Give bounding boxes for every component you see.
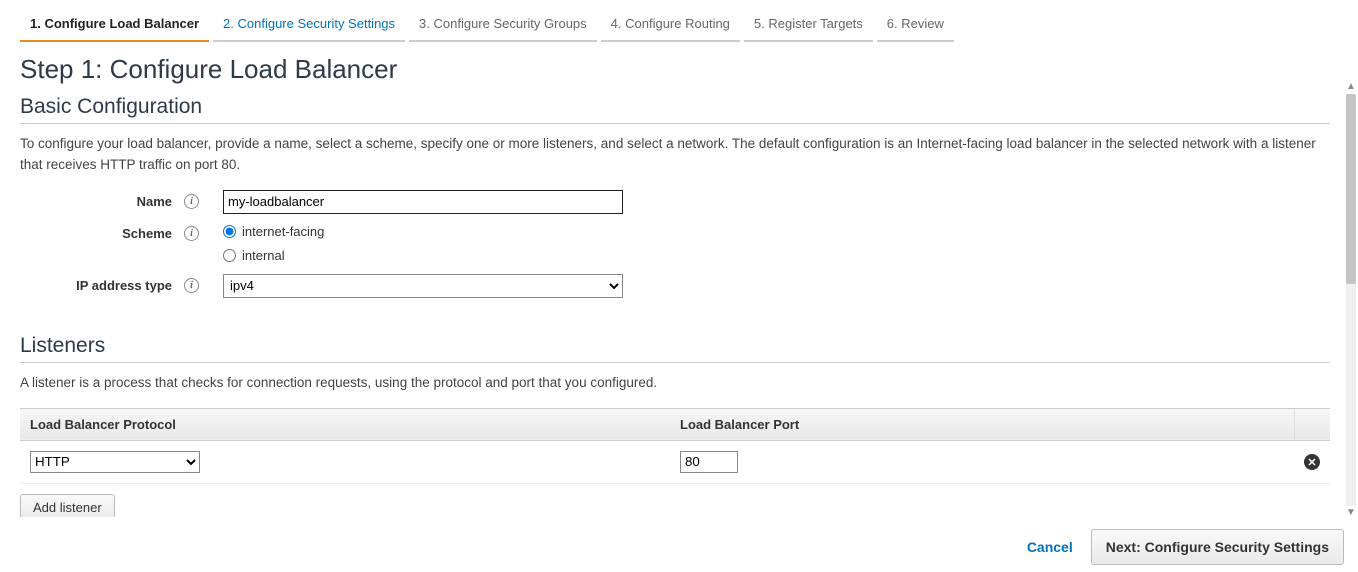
scheme-opt-internal: internal: [242, 248, 285, 263]
tab-review[interactable]: 6. Review: [877, 10, 954, 42]
scheme-opt-internet: internet-facing: [242, 224, 324, 239]
cancel-button[interactable]: Cancel: [1025, 533, 1075, 561]
scheme-label: Scheme: [20, 222, 180, 241]
info-icon[interactable]: i: [184, 194, 199, 209]
tab-security-groups[interactable]: 3. Configure Security Groups: [409, 10, 597, 42]
tab-label: 3. Configure Security Groups: [419, 16, 587, 31]
tab-configure-lb[interactable]: 1. Configure Load Balancer: [20, 10, 209, 42]
col-protocol: Load Balancer Protocol: [20, 408, 670, 440]
divider: [20, 123, 1330, 124]
tab-label: 5. Register Targets: [754, 16, 863, 31]
info-icon[interactable]: i: [184, 226, 199, 241]
wizard-tabs: 1. Configure Load Balancer 2. Configure …: [0, 0, 1358, 42]
tab-register-targets[interactable]: 5. Register Targets: [744, 10, 873, 42]
divider: [20, 362, 1330, 363]
listener-row: HTTP ✕: [20, 440, 1330, 483]
tab-label: 6. Review: [887, 16, 944, 31]
content-area: Step 1: Configure Load Balancer Basic Co…: [20, 44, 1358, 517]
ip-type-label: IP address type: [20, 274, 180, 293]
tab-label: 1. Configure Load Balancer: [30, 16, 199, 31]
name-label: Name: [20, 190, 180, 209]
scheme-radio-internal[interactable]: [223, 249, 236, 262]
tab-security-settings[interactable]: 2. Configure Security Settings: [213, 10, 405, 42]
ip-type-select[interactable]: ipv4: [223, 274, 623, 298]
name-input[interactable]: [223, 190, 623, 214]
add-listener-button[interactable]: Add listener: [20, 494, 115, 517]
footer: Cancel Next: Configure Security Settings: [0, 522, 1358, 572]
listeners-heading: Listeners: [20, 334, 1354, 358]
next-button[interactable]: Next: Configure Security Settings: [1091, 529, 1344, 565]
info-icon[interactable]: i: [184, 278, 199, 293]
tab-label: 4. Configure Routing: [611, 16, 730, 31]
tab-label: 2. Configure Security Settings: [223, 16, 395, 31]
tab-routing[interactable]: 4. Configure Routing: [601, 10, 740, 42]
protocol-select[interactable]: HTTP: [30, 451, 200, 473]
step-title: Step 1: Configure Load Balancer: [20, 54, 1354, 85]
listeners-table: Load Balancer Protocol Load Balancer Por…: [20, 408, 1330, 484]
port-input[interactable]: [680, 451, 738, 473]
col-port: Load Balancer Port: [670, 408, 1294, 440]
next-button-label: Next: Configure Security Settings: [1106, 539, 1329, 555]
remove-listener-icon[interactable]: ✕: [1304, 454, 1320, 470]
listeners-desc: A listener is a process that checks for …: [20, 373, 1320, 394]
basic-desc: To configure your load balancer, provide…: [20, 134, 1320, 176]
basic-heading: Basic Configuration: [20, 95, 1354, 119]
col-actions: [1294, 408, 1330, 440]
add-listener-label: Add listener: [33, 500, 102, 515]
scheme-radio-internet[interactable]: [223, 225, 236, 238]
